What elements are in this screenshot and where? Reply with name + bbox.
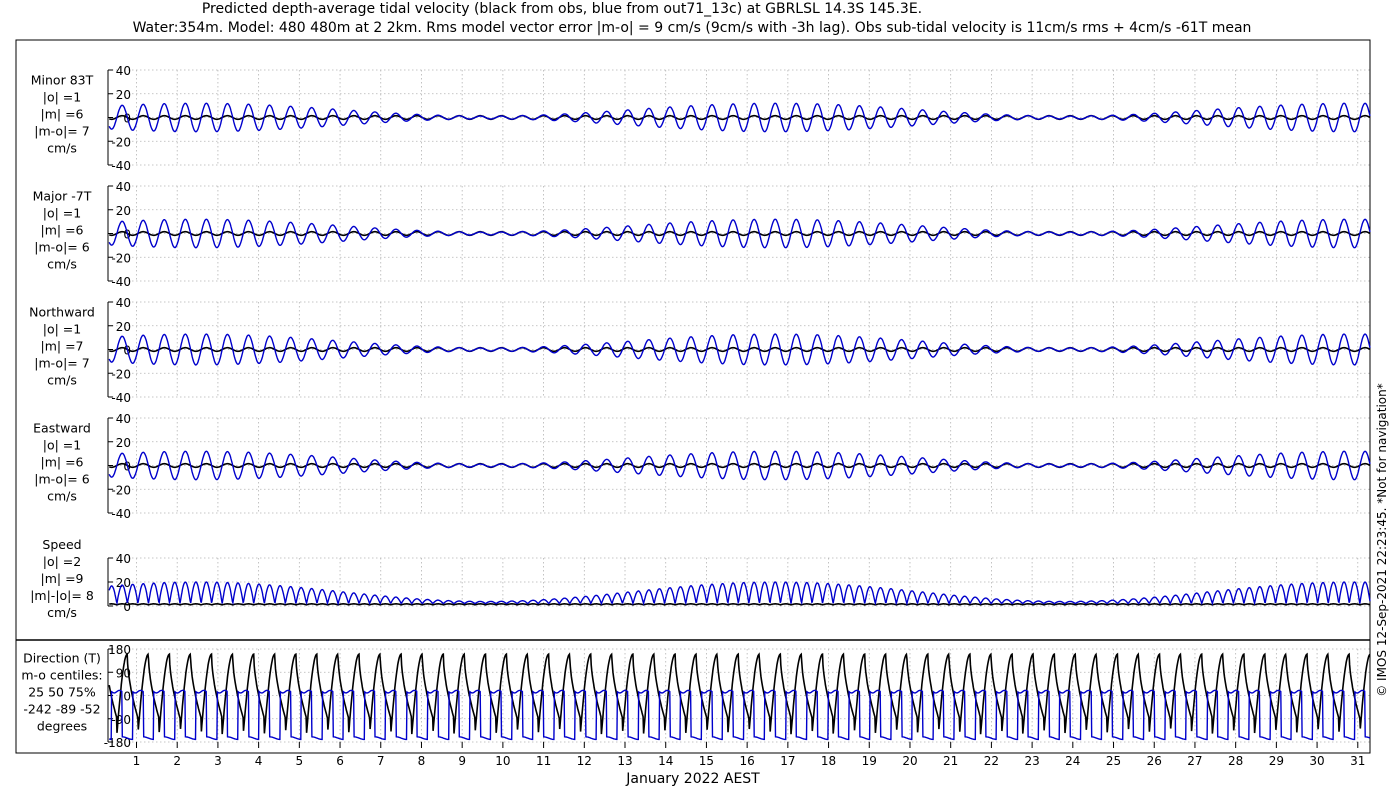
y-tick-label: -40 xyxy=(111,159,131,173)
panel-label-line: Eastward xyxy=(33,421,91,436)
panel-label-line: |o| =1 xyxy=(43,206,81,221)
panel-label-line: |m| =9 xyxy=(41,571,84,586)
x-tick-label: 27 xyxy=(1187,754,1202,768)
x-tick-label: 13 xyxy=(617,754,632,768)
panel-label-line: |o| =1 xyxy=(43,90,81,105)
chart-title-line1: Predicted depth-average tidal velocity (… xyxy=(202,1,922,17)
x-tick-label: 4 xyxy=(255,754,263,768)
panel-label-line: |o| =1 xyxy=(43,438,81,453)
y-tick-label: 20 xyxy=(116,436,131,450)
panel-label-line: |o| =2 xyxy=(43,554,81,569)
y-tick-label: 40 xyxy=(116,180,131,194)
y-tick-label: 40 xyxy=(116,64,131,78)
panel-label-line: Speed xyxy=(42,537,81,552)
chart-title-line2: Water:354m. Model: 480 480m at 2 2km. Rm… xyxy=(133,20,1252,36)
x-tick-label: 14 xyxy=(658,754,673,768)
panel-label-line: |m| =6 xyxy=(41,223,84,238)
panel-label-line: |m-o|= 7 xyxy=(34,124,89,139)
y-tick-label: 40 xyxy=(116,552,131,566)
x-tick-label: 3 xyxy=(214,754,222,768)
tidal-velocity-chart: Predicted depth-average tidal velocity (… xyxy=(0,0,1400,800)
y-tick-label: -20 xyxy=(111,483,131,497)
x-tick-label: 20 xyxy=(902,754,917,768)
x-tick-label: 16 xyxy=(740,754,755,768)
x-tick-label: 21 xyxy=(943,754,958,768)
x-tick-label: 15 xyxy=(699,754,714,768)
panel-label-line: |m| =6 xyxy=(41,455,84,470)
panel-label-line: Minor 83T xyxy=(31,73,94,88)
x-tick-label: 29 xyxy=(1269,754,1284,768)
y-tick-label: -90 xyxy=(111,713,131,727)
panel-label-line: cm/s xyxy=(47,257,77,272)
panel-label-line: Direction (T) xyxy=(23,651,101,666)
panel-label-line: cm/s xyxy=(47,489,77,504)
panel-label-line: cm/s xyxy=(47,605,77,620)
panel-label-line: |m-o|= 6 xyxy=(34,240,89,255)
panel-label-line: |o| =1 xyxy=(43,322,81,337)
x-tick-label: 23 xyxy=(1024,754,1039,768)
panel-label-line: degrees xyxy=(37,719,87,734)
x-tick-label: 2 xyxy=(173,754,181,768)
y-tick-label: 20 xyxy=(116,88,131,102)
panel-label-line: |m-o|= 6 xyxy=(34,472,89,487)
panel-label-line: |m| =7 xyxy=(41,339,84,354)
x-tick-label: 12 xyxy=(577,754,592,768)
x-tick-label: 19 xyxy=(862,754,877,768)
panel-label-line: cm/s xyxy=(47,373,77,388)
x-tick-label: 17 xyxy=(780,754,795,768)
panel-label-line: |m| =6 xyxy=(41,107,84,122)
x-tick-label: 22 xyxy=(984,754,999,768)
x-tick-label: 10 xyxy=(495,754,510,768)
x-tick-label: 26 xyxy=(1147,754,1162,768)
x-tick-label: 25 xyxy=(1106,754,1121,768)
x-tick-label: 31 xyxy=(1350,754,1365,768)
y-tick-label: 0 xyxy=(123,690,131,704)
y-tick-label: 40 xyxy=(116,412,131,426)
x-tick-label: 30 xyxy=(1309,754,1324,768)
y-tick-label: -40 xyxy=(111,275,131,289)
panel-label-line: m-o centiles: xyxy=(21,668,102,683)
panel-label-line: cm/s xyxy=(47,141,77,156)
watermark-text: © IMOS 12-Sep-2021 22:23:45. *Not for na… xyxy=(1375,383,1389,697)
x-tick-label: 6 xyxy=(336,754,344,768)
y-tick-label: -40 xyxy=(111,507,131,521)
x-tick-label: 1 xyxy=(133,754,141,768)
x-tick-label: 9 xyxy=(458,754,466,768)
panel-label-line: |m-o|= 7 xyxy=(34,356,89,371)
x-tick-label: 7 xyxy=(377,754,385,768)
y-tick-label: -40 xyxy=(111,391,131,405)
panel-label-line: |m|-|o|= 8 xyxy=(30,588,94,603)
panel-label-line: Northward xyxy=(29,305,95,320)
y-tick-label: 40 xyxy=(116,296,131,310)
y-tick-label: 20 xyxy=(116,320,131,334)
y-tick-label: -20 xyxy=(111,135,131,149)
y-tick-label: -20 xyxy=(111,367,131,381)
x-tick-label: 5 xyxy=(296,754,304,768)
x-tick-label: 24 xyxy=(1065,754,1080,768)
x-tick-label: 8 xyxy=(418,754,426,768)
x-axis-label: January 2022 AEST xyxy=(625,771,760,787)
x-tick-label: 28 xyxy=(1228,754,1243,768)
x-tick-label: 18 xyxy=(821,754,836,768)
panel-label-line: Major -7T xyxy=(33,189,92,204)
panel-label-line: 25 50 75% xyxy=(28,685,96,700)
x-tick-label: 11 xyxy=(536,754,551,768)
y-tick-label: -20 xyxy=(111,251,131,265)
y-tick-label: 20 xyxy=(116,204,131,218)
panel-label-line: -242 -89 -52 xyxy=(23,702,100,717)
